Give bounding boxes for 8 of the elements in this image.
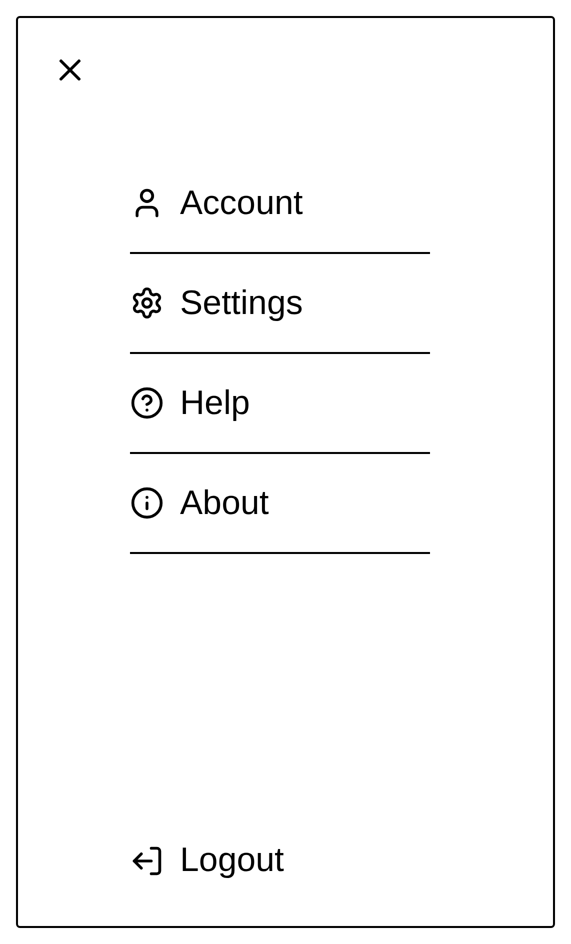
menu-item[interactable]: Help — [130, 354, 430, 454]
logout-button[interactable]: Logout — [130, 835, 284, 886]
info-icon — [130, 486, 164, 520]
menu-item[interactable]: Settings — [130, 254, 430, 354]
menu-item[interactable]: About — [130, 454, 430, 554]
question-icon — [130, 386, 164, 420]
menu-item[interactable]: Account — [130, 154, 430, 254]
gear-icon — [130, 286, 164, 320]
